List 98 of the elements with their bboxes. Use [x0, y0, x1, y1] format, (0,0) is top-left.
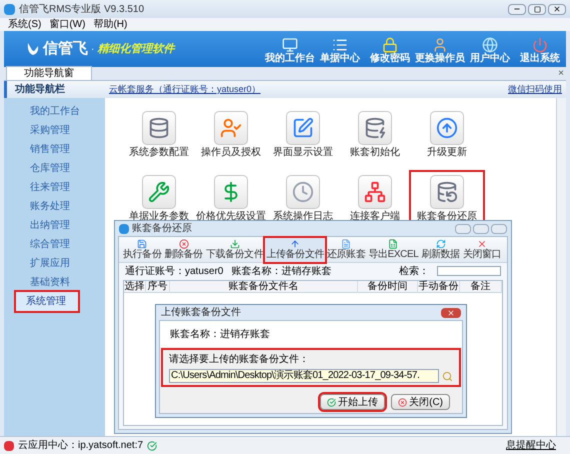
- database-icon: [436, 181, 458, 203]
- toolbar-button[interactable]: 刷新数据: [420, 238, 461, 262]
- account-info: 通行证账号：yatuser0: [125, 264, 224, 278]
- toolbar-button[interactable]: 上传备份文件: [265, 238, 326, 262]
- banner-button[interactable]: 单据中心: [318, 37, 362, 65]
- wrench-icon: [148, 181, 170, 203]
- user-icon: [432, 37, 448, 53]
- function-button[interactable]: 账套初始化: [339, 108, 411, 166]
- database-icon: [364, 117, 386, 139]
- clock-icon: [292, 181, 314, 203]
- maximize-button[interactable]: [528, 4, 546, 14]
- close-dialog-button[interactable]: 关闭(C): [391, 394, 450, 410]
- account-set-info: 账套名称：进销存账套: [231, 264, 332, 278]
- sidebar-item[interactable]: 扩展应用: [6, 254, 103, 273]
- list-icon: [332, 37, 348, 53]
- column-header[interactable]: 账套备份文件名: [170, 281, 358, 293]
- check-icon: [147, 440, 158, 450]
- cloud-service-link[interactable]: 云帐套服务（通行证账号：yatuser0）: [109, 82, 261, 96]
- start-upload-button[interactable]: 开始上传: [320, 394, 386, 410]
- upload-account-set: 账套名称：进销存账套: [170, 328, 270, 342]
- app-icon: [4, 4, 15, 14]
- function-button[interactable]: 账套备份还原: [411, 172, 483, 230]
- function-button[interactable]: 系统参数配置: [123, 108, 195, 166]
- toolbar-button[interactable]: 下载备份文件: [204, 238, 264, 262]
- user-check-icon: [220, 117, 242, 139]
- banner-button[interactable]: 退出系统: [518, 37, 562, 65]
- column-header[interactable]: 备份时间: [358, 281, 418, 293]
- delete-icon: [178, 239, 189, 249]
- tab-close-button[interactable]: ×: [558, 68, 564, 80]
- function-button[interactable]: 界面显示设置: [267, 108, 339, 166]
- column-header[interactable]: 序号: [146, 281, 170, 293]
- menu-item[interactable]: 窗口(W): [49, 18, 86, 30]
- sidebar-item[interactable]: 往来管理: [6, 178, 103, 197]
- sidebar-item[interactable]: 基础资料: [6, 273, 103, 292]
- cloud-app-icon: [4, 440, 14, 450]
- download-icon: [230, 239, 240, 249]
- slogan: 精细化管理软件: [97, 42, 174, 57]
- minimize-button[interactable]: [508, 4, 526, 14]
- sidebar-item[interactable]: 账务处理: [6, 197, 103, 216]
- wechat-link[interactable]: 微信扫码使用: [508, 82, 562, 96]
- lock-icon: [382, 37, 398, 53]
- spreadsheet-icon: [388, 239, 398, 249]
- toolbar-button[interactable]: 关闭窗口: [462, 238, 502, 262]
- toolbar-button[interactable]: 导出EXCEL: [367, 238, 420, 262]
- pen-icon: [292, 117, 314, 139]
- close-icon: [398, 398, 408, 406]
- toolbar-button[interactable]: 执行备份: [122, 238, 162, 262]
- close-button[interactable]: [441, 308, 461, 318]
- column-header[interactable]: 备注: [460, 281, 502, 293]
- network-icon: [364, 181, 386, 203]
- search-icon[interactable]: [442, 370, 453, 382]
- file-path-field[interactable]: C:\Users\Admin\Desktop\演示账套01_2022-03-17_09-34-57.: [169, 369, 440, 383]
- logo-icon: [26, 41, 40, 57]
- upload-dialog-title: 上传账套备份文件: [161, 306, 241, 320]
- window-title: 信管飞RMS专业版 V9.3.510: [19, 2, 144, 16]
- sidebar-item[interactable]: 仓库管理: [6, 159, 103, 178]
- close-button[interactable]: [491, 224, 507, 234]
- menu-item[interactable]: 帮助(H): [93, 18, 128, 30]
- refresh-icon: [436, 239, 446, 249]
- close-button[interactable]: [548, 4, 566, 14]
- brand-separator: ·: [91, 42, 94, 56]
- sidebar-item[interactable]: 采购管理: [6, 121, 103, 140]
- dialog-app-icon: [119, 224, 129, 234]
- banner-button[interactable]: 修改密码: [368, 37, 412, 65]
- maximize-icon: [534, 6, 540, 12]
- nav-header-title: 功能导航栏: [15, 82, 65, 97]
- column-header[interactable]: 选择: [124, 281, 146, 293]
- cloud-center-status: 云应用中心：ip.yatsoft.net:7: [18, 438, 144, 453]
- brand-name: 信管飞: [43, 38, 88, 59]
- close-icon: [477, 239, 488, 249]
- sidebar-item[interactable]: 我的工作台: [6, 102, 103, 121]
- close-icon: [553, 5, 561, 13]
- sidebar-item[interactable]: 系统管理: [16, 292, 78, 311]
- dialog-title: 账套备份还原: [132, 222, 192, 236]
- save-icon: [137, 239, 148, 249]
- globe-icon: [482, 37, 498, 53]
- function-button[interactable]: 操作员及授权: [195, 108, 267, 166]
- monitor-icon: [282, 37, 298, 53]
- banner-button[interactable]: 用户中心: [468, 37, 512, 65]
- tab[interactable]: 功能导航窗: [6, 66, 92, 80]
- check-icon: [327, 398, 336, 406]
- close-icon: [447, 308, 455, 316]
- upload-arrow-icon: [290, 239, 300, 249]
- sidebar-item[interactable]: 出纳管理: [6, 216, 103, 235]
- sidebar-item[interactable]: 综合管理: [6, 235, 103, 254]
- file-prompt: 请选择要上传的账套备份文件：: [169, 352, 310, 367]
- function-button[interactable]: 升级更新: [411, 108, 483, 166]
- message-center-link[interactable]: 息提醒中心: [506, 438, 556, 453]
- search-label: 检索：: [399, 264, 429, 278]
- search-field[interactable]: [437, 266, 501, 276]
- column-header[interactable]: 手动备份: [418, 281, 460, 293]
- toolbar-button[interactable]: 删除备份: [163, 238, 204, 262]
- power-icon: [532, 37, 548, 53]
- document-icon: [341, 239, 352, 249]
- database-icon: [148, 117, 170, 139]
- toolbar-button[interactable]: 还原账套: [326, 238, 366, 262]
- sidebar-item[interactable]: 销售管理: [6, 140, 103, 159]
- menu-item[interactable]: 系统(S): [8, 18, 42, 30]
